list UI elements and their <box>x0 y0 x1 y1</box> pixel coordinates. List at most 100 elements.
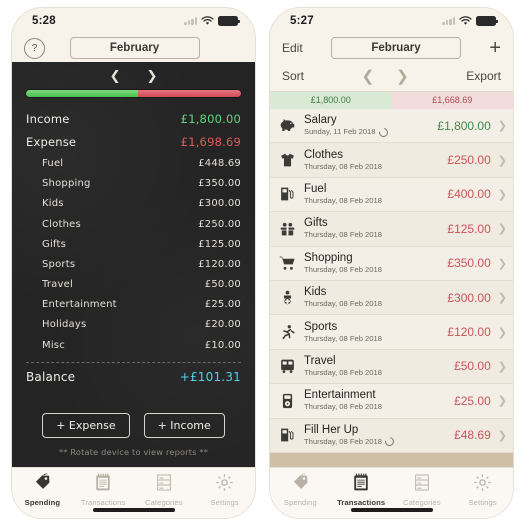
next-month-button[interactable]: ❯ <box>396 67 409 85</box>
plus-icon[interactable]: + <box>489 38 501 58</box>
category-label: Misc <box>42 339 65 351</box>
price-tag-icon <box>270 472 331 492</box>
transaction-date: Thursday, 08 Feb 2018 <box>304 195 382 205</box>
rotate-hint-text: ** Rotate device to view reports ** <box>58 447 209 457</box>
transaction-row[interactable]: Kids Thursday, 08 Feb 2018 £300.00 ❯ <box>270 280 513 316</box>
transaction-row[interactable]: Fuel Thursday, 08 Feb 2018 £400.00 ❯ <box>270 177 513 213</box>
right-nav-bar: Edit February + <box>270 34 513 62</box>
transaction-date-row: Thursday, 08 Feb 2018 <box>304 334 440 344</box>
tab-transactions[interactable]: Transactions <box>331 472 392 510</box>
tab-settings[interactable]: Settings <box>452 472 513 510</box>
media-player-icon <box>278 391 297 410</box>
transaction-title: Kids <box>304 286 327 299</box>
chevron-right-icon[interactable]: ❯ <box>498 222 507 235</box>
tab-transactions[interactable]: Transactions <box>73 472 134 510</box>
month-selector[interactable]: February <box>331 37 461 59</box>
category-row: Travel £50.00 <box>26 275 241 295</box>
transaction-row[interactable]: Travel Thursday, 08 Feb 2018 £50.00 ❯ <box>270 349 513 385</box>
transaction-list[interactable]: Salary Sunday, 11 Feb 2018 £1,800.00 ❯ Cloth… <box>270 109 513 467</box>
transaction-amount: £400.00 <box>447 187 491 202</box>
transaction-row[interactable]: Fill Her Up Thursday, 08 Feb 2018 £48.69 ❯ <box>270 418 513 453</box>
tab-settings[interactable]: Settings <box>194 472 255 510</box>
month-arrow-row: ❮ ❯ <box>362 67 409 85</box>
left-nav-bar: ? February <box>12 34 255 62</box>
transaction-text: Entertainment Thursday, 08 Feb 2018 <box>304 389 447 412</box>
transaction-date-row: Thursday, 08 Feb 2018 <box>304 299 440 309</box>
gear-icon <box>452 472 513 492</box>
transaction-row[interactable]: Gifts Thursday, 08 Feb 2018 £125.00 ❯ <box>270 212 513 247</box>
income-expense-ratio-bar <box>26 90 241 97</box>
chevron-right-icon[interactable]: ❯ <box>498 119 507 132</box>
child-icon <box>278 288 297 307</box>
chevron-right-icon[interactable]: ❯ <box>498 326 507 339</box>
transaction-text: Gifts Thursday, 08 Feb 2018 <box>304 217 440 240</box>
transaction-date: Sunday, 11 Feb 2018 <box>304 127 376 137</box>
add-expense-button[interactable]: + Expense <box>42 413 130 438</box>
next-month-button[interactable]: ❯ <box>147 69 158 84</box>
gear-icon <box>194 472 255 492</box>
transaction-text: Kids Thursday, 08 Feb 2018 <box>304 286 440 309</box>
transaction-date-row: Thursday, 08 Feb 2018 <box>304 230 440 240</box>
battery-icon <box>218 16 240 26</box>
transaction-row[interactable]: Salary Sunday, 11 Feb 2018 £1,800.00 ❯ <box>270 109 513 144</box>
fuel-pump-icon <box>278 185 297 204</box>
battery-icon <box>476 16 498 26</box>
transaction-date-row: Sunday, 11 Feb 2018 <box>304 125 430 139</box>
category-row: Misc £10.00 <box>26 335 241 355</box>
chevron-right-icon[interactable]: ❯ <box>498 394 507 407</box>
chevron-right-icon[interactable]: ❯ <box>498 360 507 373</box>
tab-categories[interactable]: Categories <box>134 472 195 510</box>
tab-spending[interactable]: Spending <box>270 472 331 510</box>
category-row: Kids £300.00 <box>26 194 241 214</box>
tab-spending[interactable]: Spending <box>12 472 73 510</box>
help-button[interactable]: ? <box>24 37 45 59</box>
home-indicator <box>350 508 433 512</box>
status-clock: 5:27 <box>290 15 314 27</box>
list-grid-icon <box>392 472 453 492</box>
chevron-right-icon[interactable]: ❯ <box>498 257 507 270</box>
transaction-date: Thursday, 08 Feb 2018 <box>304 230 382 240</box>
export-button[interactable]: Export <box>466 69 501 83</box>
category-label: Travel <box>42 279 73 291</box>
chalkboard-panel: ❮ ❯ Income £1,800.00 Expense £1,698.69 F… <box>12 62 255 467</box>
category-label: Clothes <box>42 218 81 230</box>
transaction-date-row: Thursday, 08 Feb 2018 <box>304 162 440 172</box>
tab-categories[interactable]: Categories <box>392 472 453 510</box>
transaction-date-row: Thursday, 08 Feb 2018 <box>304 368 447 378</box>
transaction-row[interactable]: Clothes Thursday, 08 Feb 2018 £250.00 ❯ <box>270 143 513 178</box>
transaction-row[interactable]: Sports Thursday, 08 Feb 2018 £120.00 ❯ <box>270 315 513 350</box>
transaction-amount: £48.69 <box>454 428 491 443</box>
transaction-row[interactable]: Entertainment Thursday, 08 Feb 2018 £25.00… <box>270 384 513 419</box>
category-amount: £250.00 <box>198 218 241 230</box>
transaction-row[interactable]: Shopping Thursday, 08 Feb 2018 £350.00 ❯ <box>270 246 513 281</box>
chevron-right-icon[interactable]: ❯ <box>498 154 507 167</box>
transaction-title: Clothes <box>304 148 343 161</box>
status-clock: 5:28 <box>32 15 56 27</box>
prev-month-button[interactable]: ❮ <box>362 67 375 85</box>
transaction-amount: £250.00 <box>447 153 491 168</box>
signal-icon <box>184 17 197 25</box>
add-income-button[interactable]: + Income <box>143 413 225 438</box>
total-expense: £1,668.69 <box>391 92 513 109</box>
summary-row-expense: Expense £1,698.69 <box>26 130 241 153</box>
transaction-amount: £120.00 <box>447 325 491 340</box>
chevron-right-icon[interactable]: ❯ <box>498 429 507 442</box>
transaction-date-row: Thursday, 08 Feb 2018 <box>304 402 447 412</box>
category-label: Holidays <box>42 319 87 331</box>
tshirt-icon <box>278 151 297 170</box>
transaction-date: Thursday, 08 Feb 2018 <box>304 299 382 309</box>
category-amount: £25.00 <box>204 299 241 311</box>
price-tag-icon <box>12 472 73 492</box>
month-selector[interactable]: February <box>69 37 200 59</box>
expense-label: Expense <box>26 134 77 149</box>
chevron-right-icon[interactable]: ❯ <box>498 291 507 304</box>
status-indicators <box>442 16 498 26</box>
sort-button[interactable]: Sort <box>282 69 304 83</box>
category-row: Fuel £448.69 <box>26 153 241 173</box>
transaction-text: Shopping Thursday, 08 Feb 2018 <box>304 252 440 275</box>
edit-button[interactable]: Edit <box>282 41 303 55</box>
tab-label: Spending <box>283 498 317 507</box>
bus-icon <box>278 357 297 376</box>
chevron-right-icon[interactable]: ❯ <box>498 188 507 201</box>
prev-month-button[interactable]: ❮ <box>110 69 121 84</box>
